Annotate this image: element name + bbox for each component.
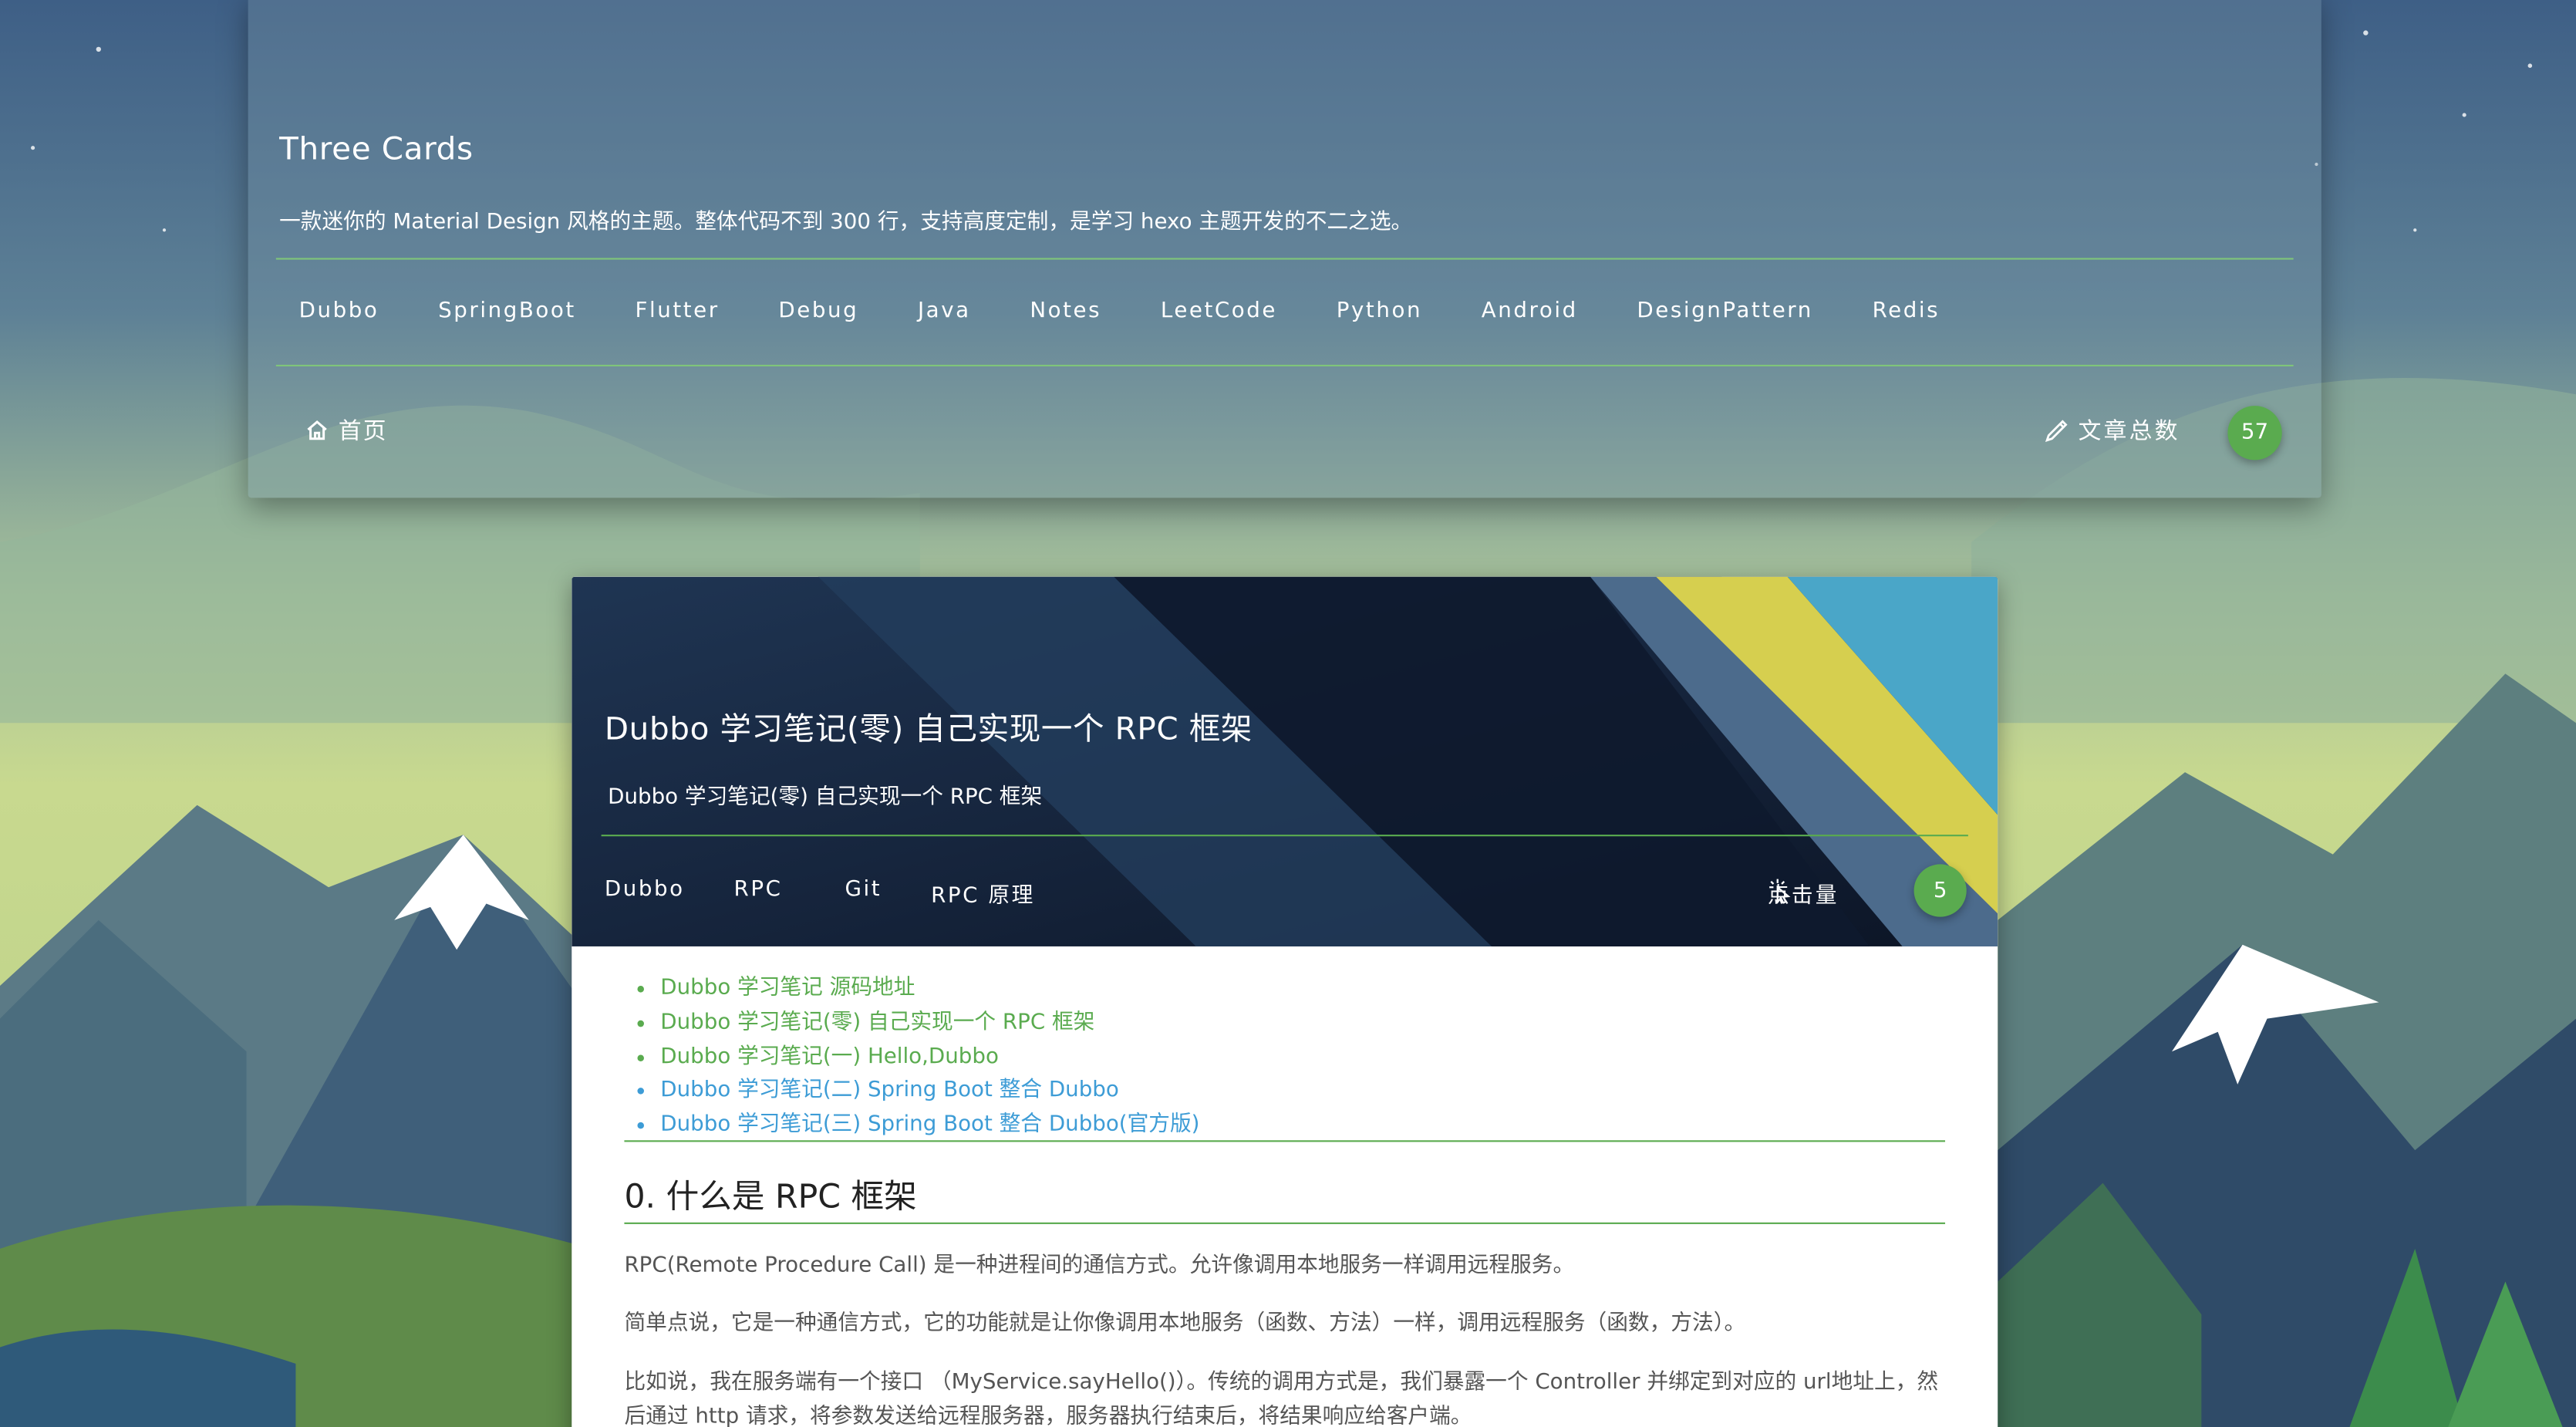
section-heading: 0. 什么是 RPC 框架 (624, 1176, 917, 1216)
category-link-leetcode[interactable]: LeetCode (1138, 289, 1300, 334)
table-of-contents: Dubbo 学习笔记 源码地址 Dubbo 学习笔记(零) 自己实现一个 RPC… (637, 973, 1199, 1143)
cursor-click-icon (1769, 879, 1791, 904)
post-card: Dubbo 学习笔记(零) 自己实现一个 RPC 框架 Dubbo 学习笔记(零… (572, 576, 1998, 1427)
divider (601, 835, 1968, 837)
post-title[interactable]: Dubbo 学习笔记(零) 自己实现一个 RPC 框架 (605, 705, 1253, 750)
home-label: 首页 (338, 419, 388, 446)
category-link-notes[interactable]: Notes (1007, 289, 1124, 334)
site-subtitle: 一款迷你的 Material Design 风格的主题。整体代码不到 300 行… (279, 210, 1413, 235)
post-count-label: 文章总数 (2044, 414, 2180, 447)
category-link-springboot[interactable]: SpringBoot (415, 289, 598, 334)
tag-link-dubbo[interactable]: Dubbo (605, 877, 685, 908)
divider (624, 1140, 1946, 1142)
tag-link-git[interactable]: Git (845, 877, 882, 908)
post-count-text: 文章总数 (2078, 419, 2180, 446)
post-subtitle: Dubbo 学习笔记(零) 自己实现一个 RPC 框架 (608, 785, 1043, 811)
toc-link[interactable]: Dubbo 学习笔记(二) Spring Boot 整合 Dubbo (660, 1078, 1119, 1103)
toc-link[interactable]: Dubbo 学习笔记 源码地址 (660, 976, 915, 1000)
post-count-badge: 57 (2227, 406, 2282, 460)
tag-link-rpc-principle[interactable]: RPC 原理 (931, 877, 1035, 909)
site-title[interactable]: Three Cards (279, 131, 474, 167)
category-link-android[interactable]: Android (1458, 289, 1601, 334)
category-link-dubbo[interactable]: Dubbo (276, 289, 402, 334)
home-link[interactable]: 首页 (305, 414, 388, 447)
paragraph: 简单点说，它是一种通信方式，它的功能就是让你像调用本地服务（函数、方法）一样，调… (624, 1311, 1746, 1336)
category-link-java[interactable]: Java (895, 289, 993, 334)
home-icon (307, 420, 327, 440)
category-link-designpattern[interactable]: DesignPattern (1614, 289, 1836, 334)
category-link-python[interactable]: Python (1313, 289, 1445, 334)
category-link-debug[interactable]: Debug (756, 289, 882, 334)
category-nav: Dubbo SpringBoot Flutter Debug Java Note… (276, 289, 1976, 334)
divider (275, 258, 2294, 260)
tag-link-rpc[interactable]: RPC (734, 877, 783, 908)
page: Three Cards 一款迷你的 Material Design 风格的主题。… (0, 0, 2576, 1427)
toc-item: Dubbo 学习笔记(二) Spring Boot 整合 Dubbo (660, 1075, 1199, 1109)
toc-link[interactable]: Dubbo 学习笔记(零) 自己实现一个 RPC 框架 (660, 1010, 1094, 1035)
toc-link[interactable]: Dubbo 学习笔记(一) Hello,Dubbo (660, 1044, 999, 1069)
divider (275, 364, 2294, 367)
divider (624, 1222, 1946, 1224)
category-link-redis[interactable]: Redis (1849, 289, 1963, 334)
tag-list: Dubbo RPC Git RPC 原理 (605, 877, 1084, 908)
views-label: 点击量 (1768, 877, 1839, 909)
header-card: Three Cards 一款迷你的 Material Design 风格的主题。… (248, 0, 2321, 498)
toc-item: Dubbo 学习笔记(一) Hello,Dubbo (660, 1041, 1199, 1075)
toc-item: Dubbo 学习笔记(零) 自己实现一个 RPC 框架 (660, 1007, 1199, 1041)
paragraph: RPC(Remote Procedure Call) 是一种进程间的通信方式。允… (624, 1253, 1575, 1279)
pen-icon (2045, 419, 2068, 441)
toc-item: Dubbo 学习笔记 源码地址 (660, 973, 1199, 1007)
category-link-flutter[interactable]: Flutter (612, 289, 743, 334)
toc-item: Dubbo 学习笔记(三) Spring Boot 整合 Dubbo(官方版) (660, 1109, 1199, 1143)
views-badge: 5 (1913, 864, 1967, 917)
paragraph: 比如说，我在服务端有一个接口 （MyService.sayHello()）。传统… (624, 1370, 1939, 1427)
post-banner: Dubbo 学习笔记(零) 自己实现一个 RPC 框架 Dubbo 学习笔记(零… (572, 576, 1998, 946)
toc-link[interactable]: Dubbo 学习笔记(三) Spring Boot 整合 Dubbo(官方版) (660, 1112, 1199, 1137)
